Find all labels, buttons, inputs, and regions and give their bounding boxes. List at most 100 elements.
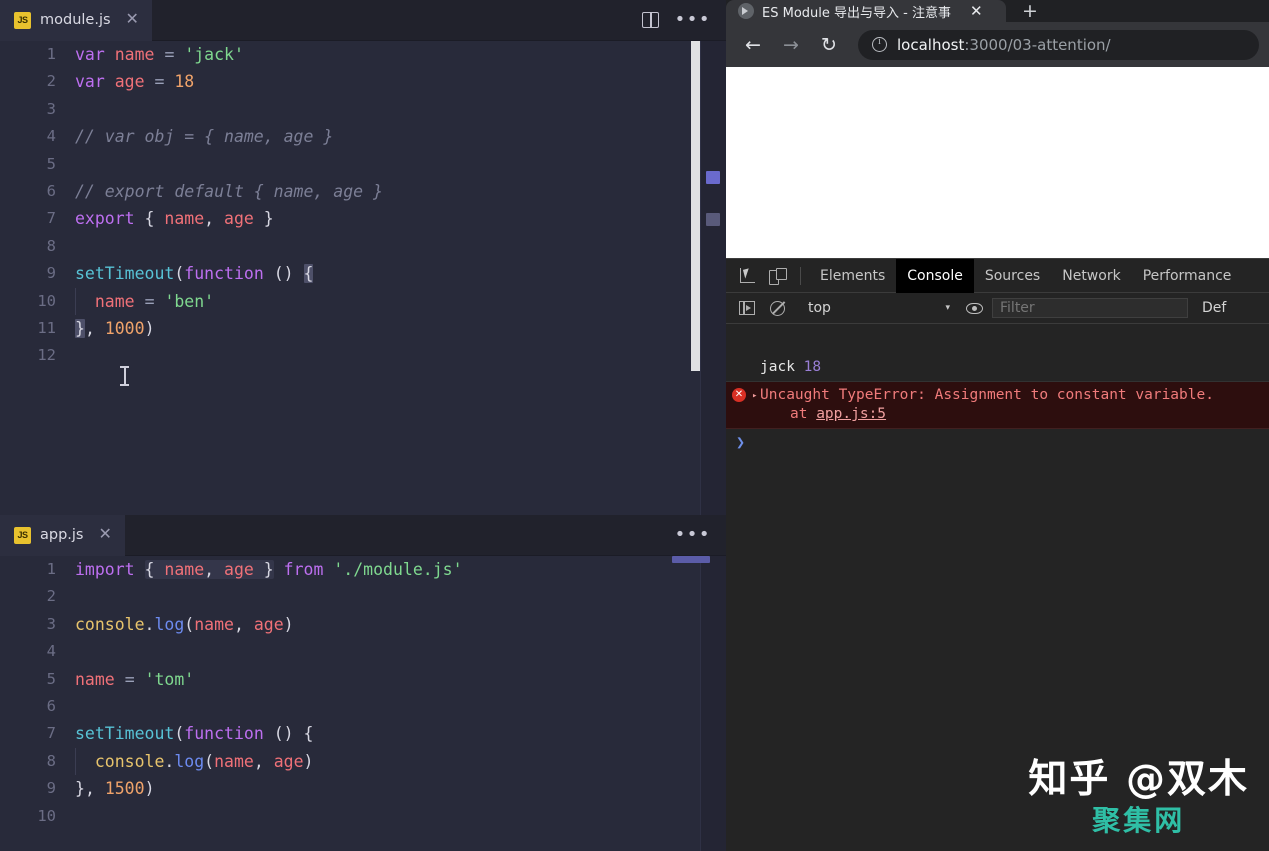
code-line: 10 [0, 803, 726, 830]
line-number: 2 [0, 68, 75, 95]
site-info-icon[interactable] [872, 37, 887, 52]
console-log-text: jack [760, 359, 795, 375]
url-host: localhost [897, 36, 964, 54]
line-content: console.log(name, age) [75, 748, 313, 775]
line-number: 1 [0, 556, 75, 583]
line-number: 6 [0, 178, 75, 205]
line-number: 2 [0, 583, 75, 610]
editor-scrollbar-app[interactable] [672, 556, 710, 563]
line-content: }, 1000) [75, 315, 155, 342]
line-number: 4 [0, 123, 75, 150]
console-error-row[interactable]: ✕ ▸ Uncaught TypeError: Assignment to co… [726, 382, 1269, 429]
divider [800, 267, 801, 285]
line-content: }, 1500) [75, 775, 155, 802]
execution-context-select[interactable]: top ▾ [798, 298, 956, 319]
js-file-icon: JS [14, 12, 31, 29]
close-icon[interactable]: ✕ [99, 527, 112, 543]
code-area-module[interactable]: 1 var name = 'jack' 2 var age = 18 3 4 /… [0, 41, 726, 515]
address-bar[interactable]: localhost:3000/03-attention/ [858, 30, 1259, 60]
inspect-element-icon[interactable] [732, 262, 762, 290]
line-number: 9 [0, 260, 75, 287]
expand-arrow-icon[interactable]: ▸ [752, 387, 757, 406]
address-bar-url: localhost:3000/03-attention/ [897, 36, 1111, 54]
split-editor-icon[interactable] [642, 12, 659, 28]
log-levels-dropdown[interactable]: Def [1202, 300, 1226, 316]
line-number: 7 [0, 720, 75, 747]
console-log-row[interactable]: jack 18 [726, 355, 1269, 382]
console-output[interactable]: jack 18 ✕ ▸ Uncaught TypeError: Assignme… [726, 355, 1269, 851]
stack-at-label: at [790, 406, 816, 422]
url-path: :3000/03-attention/ [964, 36, 1110, 54]
line-content: name = 'ben' [75, 288, 214, 315]
js-file-icon: JS [14, 527, 31, 544]
page-viewport[interactable] [726, 67, 1269, 258]
code-line: 2 var age = 18 [0, 68, 726, 95]
tab-console[interactable]: Console [896, 259, 974, 293]
line-number: 4 [0, 638, 75, 665]
editor-tab-app-js[interactable]: JS app.js ✕ [0, 515, 126, 555]
line-number: 3 [0, 611, 75, 638]
close-icon[interactable]: ✕ [126, 12, 139, 28]
browser-tab-active[interactable]: ES Module 导出与导入 - 注意事 ✕ [726, 0, 1006, 22]
line-content: export { name, age } [75, 205, 274, 232]
reload-button[interactable]: ↻ [812, 28, 846, 62]
tab-sources[interactable]: Sources [974, 259, 1051, 293]
forward-button[interactable]: → [774, 28, 808, 62]
code-line: 5 name = 'tom' [0, 666, 726, 693]
code-area-app[interactable]: 1 import { name, age } from './module.js… [0, 556, 726, 851]
code-line: 6 [0, 693, 726, 720]
code-line: 3 [0, 96, 726, 123]
tab-network[interactable]: Network [1051, 259, 1131, 293]
console-prompt[interactable]: ❯ [726, 429, 1269, 455]
code-line: 2 [0, 583, 726, 610]
code-line: 7 export { name, age } [0, 205, 726, 232]
new-tab-button[interactable]: + [1006, 0, 1054, 22]
vscode-window: JS module.js ✕ ••• 1 var name = 'jack' 2 [0, 0, 726, 851]
code-line: 9 setTimeout(function () { [0, 260, 726, 287]
editor-tab-module-js[interactable]: JS module.js ✕ [0, 0, 153, 40]
editor-scrollbar-module[interactable] [691, 41, 700, 371]
back-button[interactable]: ← [736, 28, 770, 62]
line-number: 8 [0, 748, 75, 775]
error-icon: ✕ [732, 388, 746, 402]
code-line: 11 }, 1000) [0, 315, 726, 342]
more-actions-icon[interactable]: ••• [675, 16, 711, 24]
line-number: 10 [0, 803, 75, 830]
code-line: 1 import { name, age } from './module.js… [0, 556, 726, 583]
console-sidebar-icon[interactable] [732, 294, 762, 322]
line-number: 5 [0, 151, 75, 178]
devtools-tabbar: Elements Console Sources Network Perform… [726, 259, 1269, 293]
editor-tabbar-app: JS app.js ✕ ••• [0, 515, 726, 556]
page-favicon-icon [738, 3, 754, 19]
close-icon[interactable]: ✕ [970, 4, 983, 19]
code-line: 6 // export default { name, age } [0, 178, 726, 205]
editor-pane-module: JS module.js ✕ ••• 1 var name = 'jack' 2 [0, 0, 726, 515]
editor-overview-ruler-module[interactable] [700, 41, 726, 515]
editor-overview-ruler-app[interactable] [700, 556, 726, 851]
console-filter-bar: top ▾ Def [726, 293, 1269, 324]
code-line: 4 [0, 638, 726, 665]
tab-elements[interactable]: Elements [809, 259, 896, 293]
console-filter-input[interactable] [992, 298, 1188, 318]
more-actions-icon[interactable]: ••• [675, 531, 711, 539]
line-number: 3 [0, 96, 75, 123]
line-content: setTimeout(function () { [75, 260, 313, 287]
code-line: 8 [0, 233, 726, 260]
live-expression-icon[interactable] [966, 303, 983, 314]
clear-console-icon[interactable] [762, 294, 792, 322]
line-number: 10 [0, 288, 75, 315]
line-number: 11 [0, 315, 75, 342]
console-error-message: Uncaught TypeError: Assignment to consta… [760, 386, 1269, 405]
line-content: console.log(name, age) [75, 611, 294, 638]
line-content: var name = 'jack' [75, 41, 244, 68]
tab-performance[interactable]: Performance [1132, 259, 1243, 293]
code-line: 1 var name = 'jack' [0, 41, 726, 68]
stack-source-link[interactable]: app.js:5 [816, 406, 886, 422]
console-log-value: 18 [804, 359, 821, 375]
editor-tabbar-actions: ••• [642, 0, 726, 40]
device-toolbar-icon[interactable] [762, 262, 792, 290]
chevron-down-icon: ▾ [945, 303, 950, 313]
ruler-mark [706, 171, 720, 184]
editor-tabbar-module: JS module.js ✕ ••• [0, 0, 726, 41]
execution-context-value: top [808, 300, 831, 316]
